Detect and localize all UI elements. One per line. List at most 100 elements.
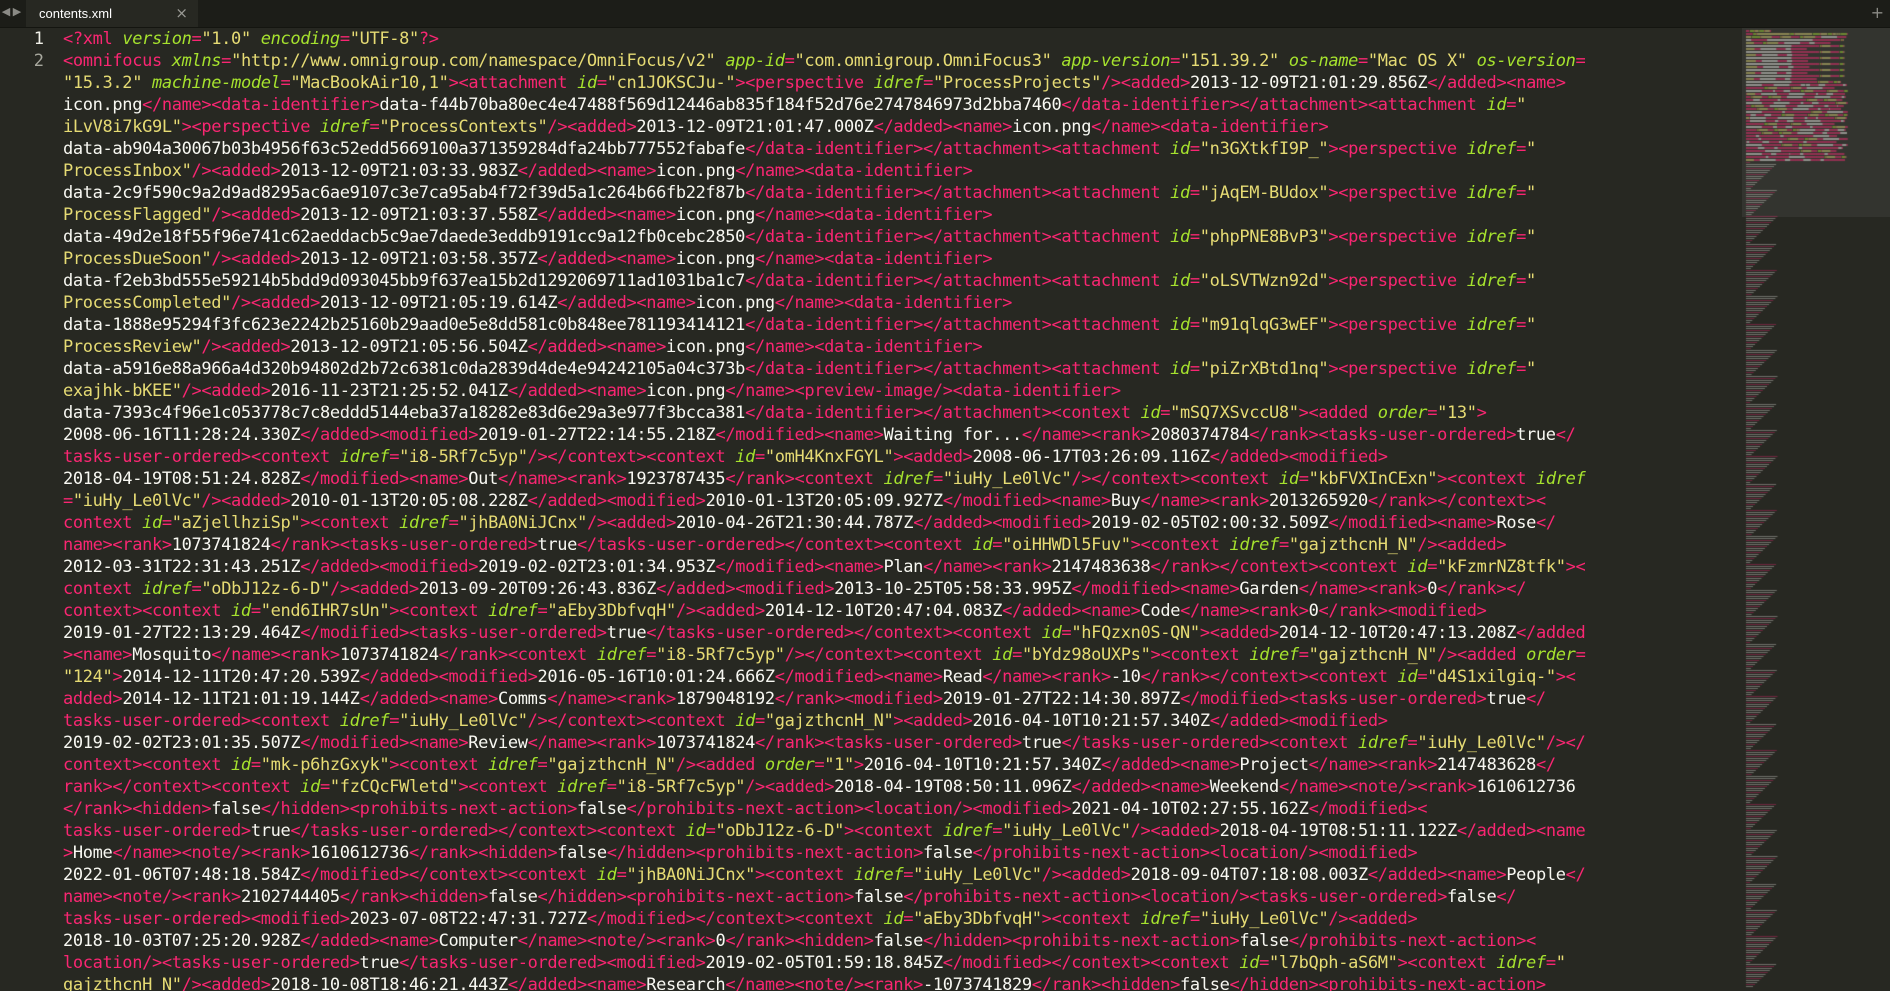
code-token: ><context <box>1041 909 1141 929</box>
code-line: location/><tasks-user-ordered>true</task… <box>63 952 1733 974</box>
code-token: </name><note/><rank> <box>112 843 311 863</box>
code-token: </prohibits-next-action><location/><modi… <box>972 843 1418 863</box>
code-line: 2022-01-06T07:48:18.584Z</modified></con… <box>63 864 1733 886</box>
minimap-viewport[interactable] <box>1742 28 1890 217</box>
code-token: </name><data-identifier> <box>774 293 1013 313</box>
code-token: 2018-09-04T07:18:08.003Z <box>1130 865 1369 885</box>
code-token: </added><name> <box>517 161 657 181</box>
code-token: ><added> <box>1199 623 1279 643</box>
code-token: </added><name> <box>873 117 1013 137</box>
code-token: idref <box>488 601 538 621</box>
code-token: /><added> <box>586 513 676 533</box>
code-token: </ <box>1496 887 1517 907</box>
code-line: "124">2014-12-11T20:47:20.539Z</added><m… <box>63 666 1733 688</box>
code-line: ="iuHy_Le0lVc"/><added>2010-01-13T20:05:… <box>63 490 1733 512</box>
code-token: 2080374784 <box>1150 425 1250 445</box>
code-token: name><rank> <box>63 535 172 555</box>
code-token: data-1888e95294f3fc623e2242b25160b29aad0… <box>63 315 746 335</box>
code-line: data-1888e95294f3fc623e2242b25160b29aad0… <box>63 314 1733 336</box>
code-token: 2013-09-20T09:26:43.836Z <box>418 579 657 599</box>
code-token: ><context <box>389 755 489 775</box>
code-token: " <box>1526 227 1536 247</box>
code-token: </added><name> <box>537 205 677 225</box>
code-token: "Mac OS X" <box>1367 51 1467 71</box>
code-token: "i8-5Rf7c5yp" <box>616 777 746 797</box>
code-token: </name><rank> <box>547 689 676 709</box>
code-token: 2019-01-27T22:14:30.897Z <box>942 689 1181 709</box>
code-line: exajhk-bKEE"/><added>2016-11-23T21:25:52… <box>63 380 1733 402</box>
code-token: context><context <box>63 601 232 621</box>
code-token: idref <box>1466 183 1517 203</box>
code-token: data-ab904a30067b03b4956f63c52edd5669100… <box>63 139 746 159</box>
code-line: data-7393c4f96e1c053778c7c8eddd5144eba37… <box>63 402 1733 424</box>
code-token: </modified><name> <box>774 667 943 687</box>
code-token: 2013-12-09T21:01:29.856Z <box>1190 73 1428 93</box>
code-token: 2016-05-16T10:01:24.666Z <box>537 667 776 687</box>
code-token: </added><name> <box>537 249 677 269</box>
code-token: = <box>1259 953 1269 973</box>
code-token: rank></context><context <box>63 777 301 797</box>
code-token: </tasks-user-ordered></context><context <box>577 535 973 555</box>
add-tab-icon[interactable]: + <box>1871 3 1884 22</box>
forward-arrow-icon[interactable]: ▶ <box>11 4 23 20</box>
code-token: </added><name> <box>300 931 439 951</box>
code-token: "n3GXtkfI9P_" <box>1199 139 1329 159</box>
code-token: 2013265920 <box>1269 491 1368 511</box>
code-token: </name><note/><rank> <box>1278 777 1477 797</box>
code-line: tasks-user-ordered><modified>2023-07-08T… <box>63 908 1733 930</box>
code-token: </data-identifier></attachment><context <box>745 403 1141 423</box>
code-token: 2019-02-05T01:59:18.845Z <box>705 953 944 973</box>
code-token: id <box>142 513 162 533</box>
code-token: "kFzmrNZ8tfk" <box>1437 557 1566 577</box>
code-token: 1879048192 <box>675 689 775 709</box>
code-line: rank></context><context id="fzCQcFWletd"… <box>63 776 1733 798</box>
code-token: = <box>646 645 657 665</box>
code-token: false <box>873 931 924 951</box>
code-token: = <box>1516 359 1527 379</box>
code-token: "iuHy_Le0lVc" <box>399 711 528 731</box>
code-line: 2019-01-27T22:13:29.464Z</modified><task… <box>63 622 1733 644</box>
code-token: 2019-02-02T23:01:34.953Z <box>478 557 716 577</box>
code-token: icon.png <box>656 161 736 181</box>
code-token: <?xml <box>63 29 123 49</box>
code-token: "oLSVTWzn92d" <box>1199 271 1329 291</box>
code-token: " <box>1526 359 1536 379</box>
code-token: icon.png <box>646 381 726 401</box>
code-token: = <box>606 777 617 797</box>
code-line: data-2c9f590c9a2d9ad8295ac6ae9107c3e7ca9… <box>63 182 1733 204</box>
minimap[interactable] <box>1742 28 1890 991</box>
code-token: 1610612736 <box>310 843 409 863</box>
code-token: </data-identifier></attachment><attachme… <box>1061 95 1487 115</box>
code-token: tasks-user-ordered><context <box>63 711 340 731</box>
code-token: </added><modified> <box>913 513 1092 533</box>
code-token: = <box>1278 535 1289 555</box>
code-token: tasks-user-ordered><modified> <box>63 909 350 929</box>
code-token: "ProcessProjects" <box>932 73 1102 93</box>
code-line: ><name>Mosquito</name><rank>1073741824</… <box>63 644 1733 666</box>
code-token: = <box>1061 623 1072 643</box>
code-token: </added><name> <box>527 337 667 357</box>
code-token: /></context><context <box>1071 469 1279 489</box>
code-token: 2019-01-27T22:14:55.218Z <box>478 425 716 445</box>
code-token: icon.png <box>695 293 775 313</box>
close-icon[interactable]: × <box>175 4 188 22</box>
code-token: idref <box>339 711 390 731</box>
code-token: false <box>557 843 607 863</box>
tab-contents-xml[interactable]: contents.xml × <box>26 0 198 27</box>
code-token: </rank></ <box>1437 579 1527 599</box>
code-line: "15.3.2" machine-model="MacBookAir10,1">… <box>63 72 1733 94</box>
code-token: id <box>1486 95 1507 115</box>
code-token: </hidden><prohibits-next-action> <box>260 799 578 819</box>
line-number: 2 <box>33 51 44 71</box>
code-editor[interactable]: <?xml version="1.0" encoding="UTF-8"?> <o… <box>63 28 1733 991</box>
code-token: data-7393c4f96e1c053778c7c8eddd5144eba37… <box>63 403 746 423</box>
code-token: </modified><name> <box>715 425 884 445</box>
code-token: </name><data-identifier> <box>142 95 380 115</box>
code-token: </data-identifier></attachment><attachme… <box>745 271 1171 291</box>
code-token: id <box>972 535 993 555</box>
line-number-gutter: 1 2 <box>0 28 54 991</box>
code-token: </name><rank> <box>923 557 1052 577</box>
code-token: 2019-02-02T23:01:35.507Z <box>63 733 301 753</box>
